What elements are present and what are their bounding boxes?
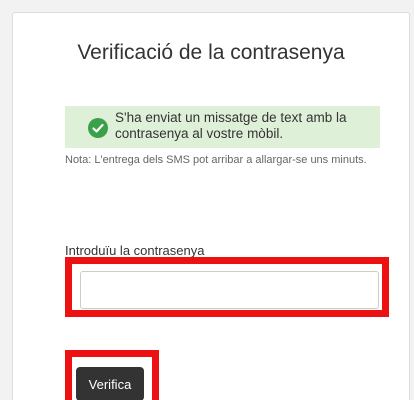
check-circle-icon	[88, 118, 108, 138]
sms-delay-note: Nota: L'entrega dels SMS pot arribar a a…	[65, 154, 367, 166]
password-label: Introduïu la contrasenya	[65, 243, 205, 258]
verify-button-highlight: Verifica	[65, 350, 159, 400]
password-input-highlight	[65, 257, 389, 317]
verification-card: Verificació de la contrasenya S'ha envia…	[12, 12, 410, 400]
success-alert: S'ha enviat un missatge de text amb la c…	[65, 106, 380, 148]
verify-button[interactable]: Verifica	[76, 367, 144, 400]
alert-message: S'ha enviat un missatge de text amb la c…	[115, 110, 347, 141]
page-title: Verificació de la contrasenya	[77, 41, 345, 64]
password-input[interactable]	[80, 271, 379, 309]
page: Verificació de la contrasenya S'ha envia…	[0, 0, 414, 400]
